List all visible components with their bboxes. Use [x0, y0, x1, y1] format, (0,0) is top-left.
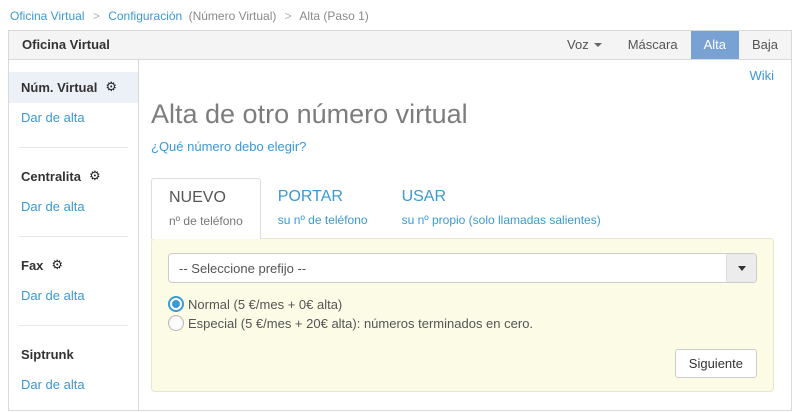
sidebar: Núm. Virtual ⚙ Dar de alta Centralita ⚙ …	[9, 60, 139, 410]
sidebar-link-dar-de-alta-siptrunk[interactable]: Dar de alta	[9, 370, 138, 401]
gear-icon[interactable]: ⚙	[51, 259, 63, 272]
chevron-down-icon	[594, 43, 602, 47]
radio-unselected-icon[interactable]	[168, 315, 184, 331]
menu-item-mascara[interactable]: Máscara	[615, 31, 691, 59]
main-panel: Oficina Virtual Voz Máscara Alta Baja Nú…	[8, 30, 792, 411]
radio-normal-label: Normal (5 €/mes + 0€ alta)	[188, 297, 342, 312]
gear-icon[interactable]: ⚙	[89, 170, 101, 183]
sidebar-divider	[19, 147, 128, 148]
sidebar-link-dar-de-alta-num-virtual[interactable]: Dar de alta	[9, 103, 138, 134]
menu-item-alta[interactable]: Alta	[691, 31, 739, 59]
breadcrumb: Oficina Virtual > Configuración (Número …	[0, 0, 800, 30]
sidebar-divider	[19, 236, 128, 237]
chevron-down-icon	[738, 266, 746, 271]
radio-selected-icon[interactable]	[168, 296, 184, 312]
help-link[interactable]: ¿Qué número debo elegir?	[151, 139, 306, 154]
sidebar-item-num-virtual[interactable]: Núm. Virtual ⚙	[9, 72, 138, 103]
wiki-link[interactable]: Wiki	[749, 68, 774, 83]
price-radio-group: Normal (5 €/mes + 0€ alta) Especial (5 €…	[168, 296, 757, 331]
prefix-select[interactable]: -- Seleccione prefijo --	[168, 253, 757, 283]
menu-item-voz[interactable]: Voz	[554, 31, 615, 59]
sidebar-item-fax[interactable]: Fax ⚙	[9, 250, 138, 281]
form-panel: -- Seleccione prefijo -- Normal (5 €/mes…	[151, 238, 774, 392]
radio-especial[interactable]: Especial (5 €/mes + 20€ alta): números t…	[168, 315, 757, 331]
breadcrumb-home-link[interactable]: Oficina Virtual	[10, 9, 84, 23]
panel-title: Oficina Virtual	[9, 31, 123, 59]
tabs: NUEVO nº de teléfono PORTAR su nº de tel…	[151, 178, 774, 238]
siguiente-button[interactable]: Siguiente	[675, 349, 757, 378]
gear-icon[interactable]: ⚙	[105, 81, 117, 94]
prefix-select-value: -- Seleccione prefijo --	[169, 261, 726, 276]
tab-portar[interactable]: PORTAR su nº de teléfono	[261, 178, 385, 238]
main-content: Wiki Alta de otro número virtual ¿Qué nú…	[139, 60, 791, 410]
breadcrumb-config-link[interactable]: Configuración	[108, 9, 182, 23]
sidebar-divider	[19, 325, 128, 326]
page-title: Alta de otro número virtual	[151, 99, 774, 130]
tab-usar[interactable]: USAR su nº propio (solo llamadas salient…	[385, 178, 618, 238]
panel-body: Núm. Virtual ⚙ Dar de alta Centralita ⚙ …	[9, 60, 791, 410]
sidebar-item-siptrunk[interactable]: Siptrunk	[9, 339, 138, 370]
tab-nuevo[interactable]: NUEVO nº de teléfono	[151, 178, 261, 239]
select-dropdown-button[interactable]	[726, 254, 756, 282]
radio-especial-label: Especial (5 €/mes + 20€ alta): números t…	[188, 316, 533, 331]
breadcrumb-separator: >	[285, 9, 292, 23]
breadcrumb-separator: >	[93, 9, 100, 23]
sidebar-link-dar-de-alta-fax[interactable]: Dar de alta	[9, 281, 138, 312]
breadcrumb-config-suffix: (Número Virtual)	[189, 9, 277, 23]
panel-menu: Voz Máscara Alta Baja	[554, 31, 791, 59]
sidebar-link-dar-de-alta-centralita[interactable]: Dar de alta	[9, 192, 138, 223]
menu-item-baja[interactable]: Baja	[739, 31, 791, 59]
radio-normal[interactable]: Normal (5 €/mes + 0€ alta)	[168, 296, 757, 312]
sidebar-item-centralita[interactable]: Centralita ⚙	[9, 161, 138, 192]
panel-header: Oficina Virtual Voz Máscara Alta Baja	[9, 31, 791, 60]
breadcrumb-current: Alta (Paso 1)	[299, 9, 368, 23]
